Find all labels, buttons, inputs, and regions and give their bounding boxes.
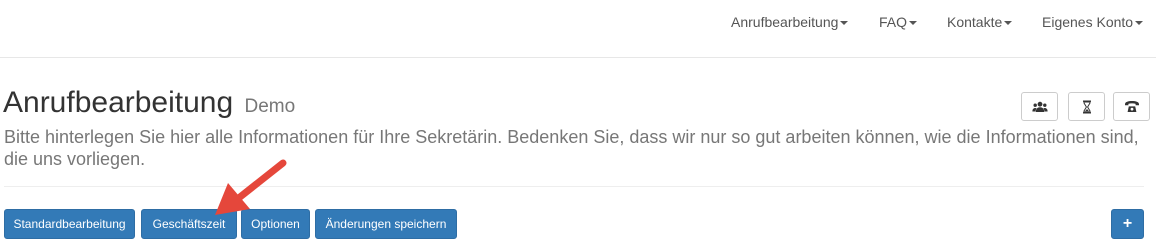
add-button[interactable]: + [1111,209,1144,239]
caret-down-icon [1135,21,1144,26]
caret-down-icon [909,21,918,26]
hourglass-icon [1082,100,1091,113]
users-button[interactable] [1021,92,1058,121]
nav-label: Kontakte [947,14,1003,30]
page-title: Anrufbearbeitung Demo [3,86,295,120]
divider [4,186,1144,187]
users-icon [1031,101,1048,112]
phone-icon [1124,101,1139,112]
phone-button[interactable] [1113,92,1150,121]
hourglass-button[interactable] [1068,92,1105,121]
nav-anrufbearbeitung[interactable]: Anrufbearbeitung [731,14,849,30]
caret-down-icon [840,21,849,26]
nav-eigenes-konto[interactable]: Eigenes Konto [1042,14,1144,30]
top-navbar: Anrufbearbeitung FAQ Kontakte Eigenes Ko… [0,0,1156,58]
geschaeftszeit-button[interactable]: Geschäftszeit [141,209,237,239]
nav-label: Anrufbearbeitung [731,14,839,30]
nav-kontakte[interactable]: Kontakte [947,14,1013,30]
standardbearbeitung-button[interactable]: Standardbearbeitung [4,209,135,239]
nav-label: FAQ [879,14,908,30]
nav-faq[interactable]: FAQ [879,14,918,30]
save-changes-button[interactable]: Änderungen speichern [315,209,457,239]
page-description: Bitte hinterlegen Sie hier alle Informat… [4,127,1139,169]
caret-down-icon [1004,21,1013,26]
page-title-text: Anrufbearbeitung [3,86,234,119]
page-subtitle: Demo [244,96,296,117]
optionen-button[interactable]: Optionen [241,209,310,239]
nav-label: Eigenes Konto [1042,14,1134,30]
